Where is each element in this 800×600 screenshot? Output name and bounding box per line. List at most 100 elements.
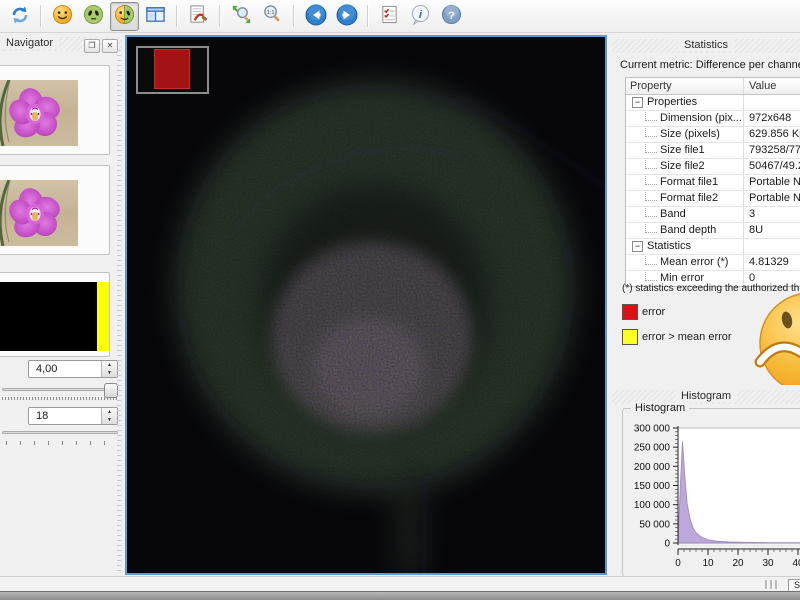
property-label: Mean error (*) xyxy=(660,255,728,270)
view-region-marker[interactable] xyxy=(154,49,190,89)
image2-alien-icon xyxy=(83,4,104,28)
dock-float-button[interactable]: ❐ xyxy=(84,39,100,53)
info-button[interactable]: i xyxy=(406,2,435,31)
next-image-button[interactable] xyxy=(332,2,361,31)
histogram-dock: Histogram Histogram 050 000100 000150 00… xyxy=(612,385,800,576)
property-label: Format file2 xyxy=(660,191,718,206)
tree-branch xyxy=(645,143,657,153)
table-row[interactable]: −Mean error (*)4.81329 xyxy=(626,255,800,271)
table-row[interactable]: −Size file1793258/774.666 KB xyxy=(626,143,800,159)
metrics-button[interactable] xyxy=(184,2,213,31)
property-value: Portable Network xyxy=(744,175,800,190)
column-header-value[interactable]: Value xyxy=(744,78,800,94)
show-image1-button[interactable] xyxy=(48,2,77,31)
show-image2-button[interactable] xyxy=(79,2,108,31)
dual-panel-button[interactable] xyxy=(141,2,170,31)
table-row[interactable]: −Statistics xyxy=(626,239,800,255)
legend-item: error xyxy=(622,304,732,320)
image1-smiley-icon xyxy=(52,4,73,28)
property-value xyxy=(744,95,800,110)
tree-branch xyxy=(645,207,657,217)
image1-thumbnail[interactable] xyxy=(0,65,110,155)
property-label: Dimension (pix... xyxy=(660,111,742,126)
property-label: Band depth xyxy=(660,223,716,238)
dock-splitter[interactable] xyxy=(117,50,121,572)
property-value: 793258/774.666 KB xyxy=(744,143,800,158)
table-row[interactable]: −Size file250467/49.284 KB xyxy=(626,159,800,175)
property-value: 972x648 xyxy=(744,111,800,126)
zoom-actual-size-button[interactable]: 1:1 xyxy=(258,2,287,31)
table-row[interactable]: −Band3 xyxy=(626,207,800,223)
svg-text:20: 20 xyxy=(732,558,744,569)
legend-label: error xyxy=(642,306,665,318)
status-bar: S xyxy=(0,576,800,591)
zoom-slider[interactable] xyxy=(2,431,118,434)
tree-branch xyxy=(645,127,657,137)
spin-up-icon[interactable]: ▲ xyxy=(102,361,117,369)
threshold-slider[interactable] xyxy=(2,388,118,391)
svg-text:0: 0 xyxy=(664,539,670,550)
table-header[interactable]: Property Value xyxy=(626,78,800,95)
main-toolbar: 1:1 i ? xyxy=(0,0,800,33)
table-row[interactable]: −Size (pixels)629.856 Kp xyxy=(626,127,800,143)
checklist-button[interactable] xyxy=(375,2,404,31)
table-row[interactable]: −Properties xyxy=(626,95,800,111)
statistics-table: Property Value −Properties−Dimension (pi… xyxy=(625,77,800,287)
legend-swatch xyxy=(622,304,638,320)
table-row[interactable]: −Band depth8U xyxy=(626,223,800,239)
statistics-dock-title: Statistics xyxy=(678,39,734,51)
svg-text:150 000: 150 000 xyxy=(634,481,671,492)
property-value xyxy=(744,239,800,254)
svg-text:50 000: 50 000 xyxy=(639,519,670,530)
slider-ticks xyxy=(2,397,118,400)
svg-text:200 000: 200 000 xyxy=(634,462,671,473)
spin-down-icon[interactable]: ▼ xyxy=(102,369,117,377)
slider-ticks xyxy=(6,441,118,445)
overview-inset[interactable] xyxy=(136,46,209,94)
fit-to-window-button[interactable] xyxy=(227,2,256,31)
statistics-dock-titlebar[interactable]: Statistics xyxy=(612,39,800,53)
svg-text:40: 40 xyxy=(792,558,800,569)
table-row[interactable]: −Dimension (pix...972x648 xyxy=(626,111,800,127)
toolbar-extension-grip[interactable] xyxy=(765,580,778,589)
refresh-button[interactable] xyxy=(5,2,34,31)
legend-swatch xyxy=(622,329,638,345)
error-band xyxy=(97,282,110,351)
current-metric-label: Current metric: Difference per channel xyxy=(620,59,800,71)
difference-mask-thumbnail[interactable] xyxy=(0,272,110,357)
image2-thumbnail[interactable] xyxy=(0,165,110,255)
svg-text:10: 10 xyxy=(702,558,714,569)
refresh-icon xyxy=(10,5,30,28)
property-label: Statistics xyxy=(647,239,691,254)
threshold-slider-handle[interactable] xyxy=(104,383,118,398)
column-header-property[interactable]: Property xyxy=(626,78,744,94)
svg-text:0: 0 xyxy=(675,558,681,569)
help-button[interactable]: ? xyxy=(437,2,466,31)
table-row[interactable]: −Format file1Portable Network xyxy=(626,175,800,191)
legend-label: error > mean error xyxy=(642,331,732,343)
threshold-spinbox[interactable]: 4,00 ▲▼ xyxy=(28,360,118,378)
tree-collapse-icon[interactable]: − xyxy=(632,97,643,108)
difference-image-view[interactable] xyxy=(125,35,607,575)
spin-down-icon[interactable]: ▼ xyxy=(102,416,117,424)
navigator-dock-titlebar[interactable]: Navigator ❐ ✕ xyxy=(0,37,122,51)
spin-buttons[interactable]: ▲▼ xyxy=(101,361,117,377)
toolbar-separator xyxy=(176,5,178,27)
svg-text:?: ? xyxy=(448,10,455,22)
metrics-icon xyxy=(188,4,209,28)
tree-collapse-icon[interactable]: − xyxy=(632,241,643,252)
show-difference-button[interactable] xyxy=(110,2,139,31)
zoom-spinbox[interactable]: 18 ▲▼ xyxy=(28,407,118,425)
tree-branch xyxy=(645,271,657,281)
property-label: Size file2 xyxy=(660,159,705,174)
dock-close-button[interactable]: ✕ xyxy=(102,39,118,53)
tree-branch xyxy=(645,191,657,201)
table-row[interactable]: −Format file2Portable Network xyxy=(626,191,800,207)
next-image-icon xyxy=(336,4,358,29)
zoom-actual-size-icon: 1:1 xyxy=(262,4,283,28)
property-label: Properties xyxy=(647,95,697,110)
spin-buttons[interactable]: ▲▼ xyxy=(101,408,117,424)
previous-image-button[interactable] xyxy=(301,2,330,31)
orchid-photo-1 xyxy=(0,80,78,146)
spin-up-icon[interactable]: ▲ xyxy=(102,408,117,416)
